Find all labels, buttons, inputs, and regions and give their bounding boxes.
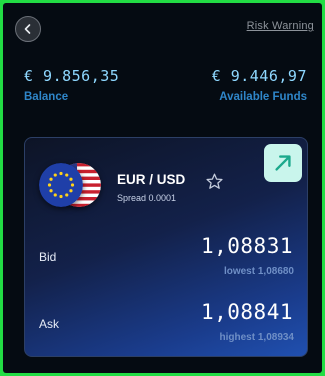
balance-value: € 9.856,35: [24, 67, 120, 85]
back-button[interactable]: [15, 16, 41, 42]
chevron-left-icon: [24, 24, 31, 34]
instrument-card: EUR / USD Spread 0.0001 Bid 1,08831 lowe…: [24, 137, 308, 357]
pair-title: EUR / USD: [117, 172, 186, 187]
currency-flags: [39, 160, 105, 210]
app-screen: Risk Warning € 9.856,35 Balance € 9.446,…: [3, 3, 322, 373]
trend-button[interactable]: [264, 144, 302, 182]
available-funds-value: € 9.446,97: [211, 67, 307, 85]
ask-label: Ask: [39, 317, 60, 331]
risk-warning-link[interactable]: Risk Warning: [247, 20, 314, 32]
bid-lowest: lowest 1,08680: [223, 266, 294, 277]
available-funds-metric: € 9.446,97 Available Funds: [212, 67, 307, 103]
eu-flag-icon: [39, 163, 83, 207]
spread-text: Spread 0.0001: [117, 193, 177, 203]
star-outline-icon[interactable]: [205, 172, 224, 191]
ask-price[interactable]: 1,08841: [201, 300, 293, 324]
available-funds-label: Available Funds: [219, 91, 307, 103]
ask-highest: highest 1,08934: [219, 332, 294, 343]
bid-price[interactable]: 1,08831: [201, 234, 293, 258]
arrow-up-right-icon: [275, 155, 291, 171]
balance-label: Balance: [24, 91, 69, 103]
bid-label: Bid: [39, 250, 57, 264]
balance-metric: € 9.856,35 Balance: [24, 67, 119, 103]
